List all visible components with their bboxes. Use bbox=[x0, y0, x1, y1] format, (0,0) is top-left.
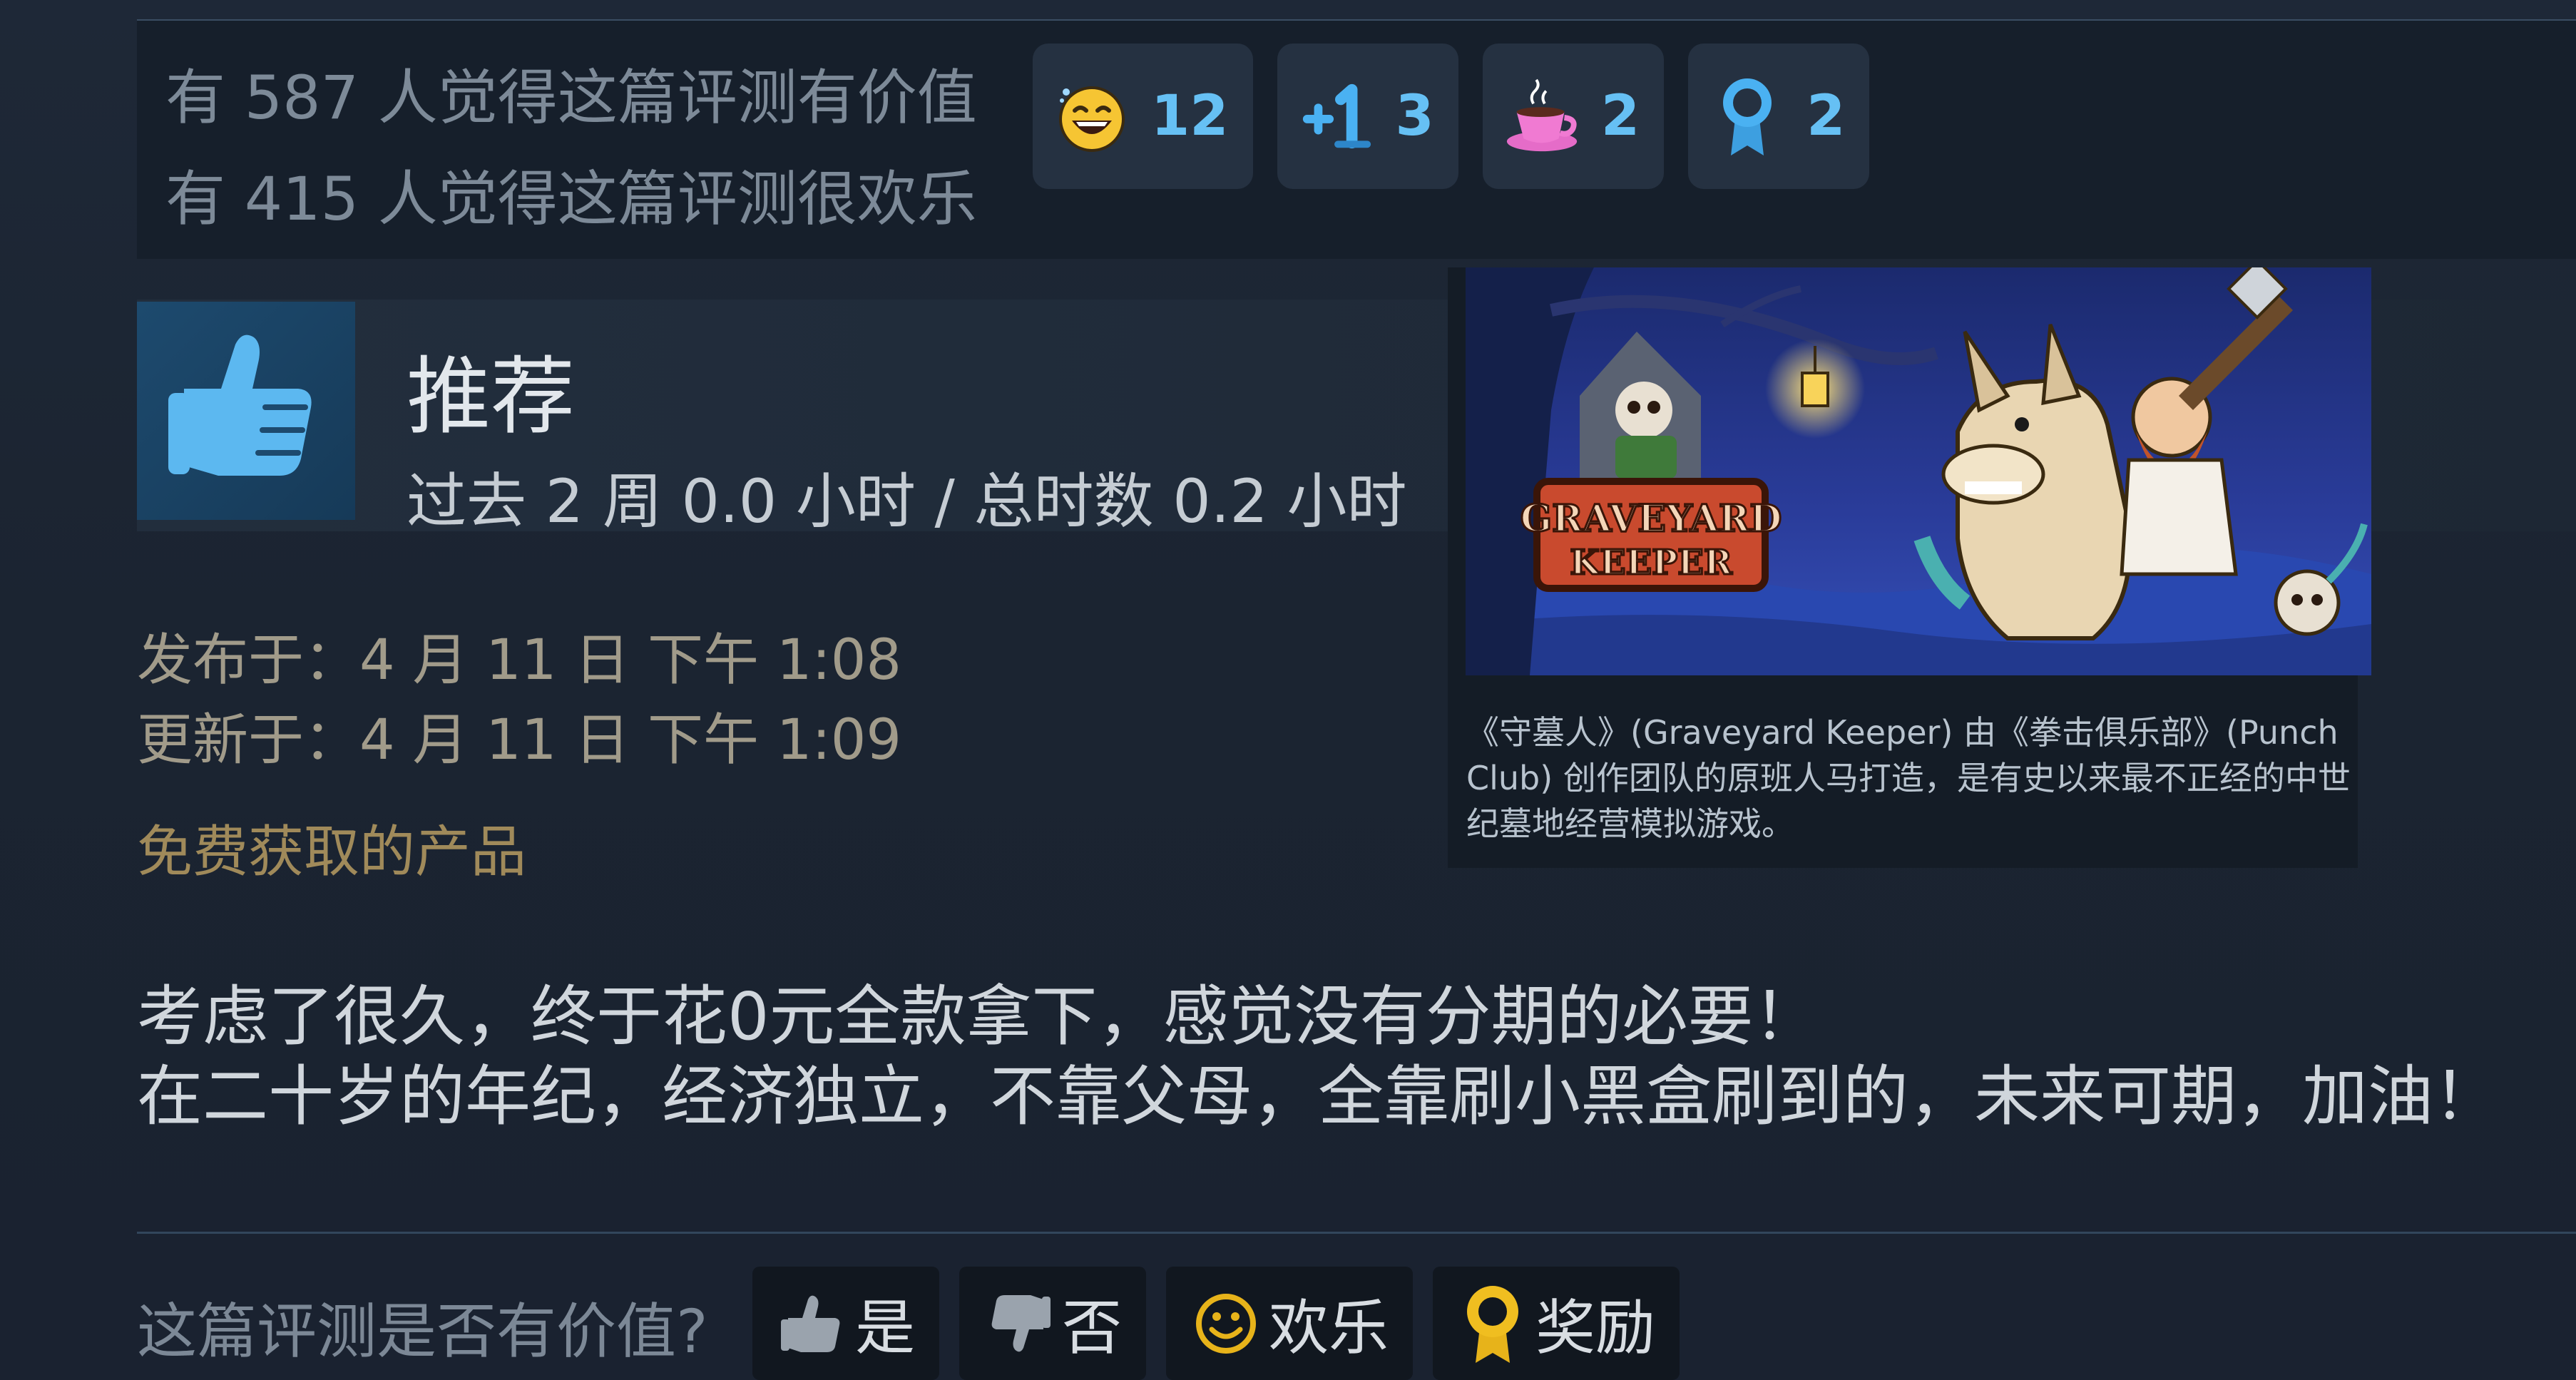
vote-funny-button[interactable]: 欢乐 bbox=[1166, 1267, 1414, 1380]
free-product-note: 免费获取的产品 bbox=[137, 820, 527, 884]
thumbs-up-icon bbox=[168, 334, 312, 476]
vote-summary: 有 587 人觉得这篇评测有价值 有 415 人觉得这篇评测很欢乐 bbox=[165, 47, 977, 250]
award-count: 3 bbox=[1395, 84, 1434, 148]
playtime-text: 过去 2 周 0.0 小时 / 总时数 0.2 小时 bbox=[407, 466, 1407, 536]
review-body-line: 在二十岁的年纪，经济独立，不靠父母，全靠刷小黑盒刷到的，未来可期，加油！ bbox=[137, 1058, 2500, 1135]
award-coffee[interactable]: 2 bbox=[1482, 44, 1665, 189]
thumbs-down-icon bbox=[983, 1284, 1055, 1363]
award-medal[interactable]: 2 bbox=[1688, 44, 1870, 189]
give-award-label: 奖励 bbox=[1535, 1293, 1656, 1363]
helpful-question: 这篇评测是否有价值? bbox=[137, 1297, 708, 1366]
vote-no-label: 否 bbox=[1062, 1293, 1123, 1363]
award-count: 12 bbox=[1151, 84, 1229, 148]
vote-yes-button[interactable]: 是 bbox=[752, 1267, 940, 1380]
laughing-face-icon bbox=[1053, 73, 1131, 159]
game-logo-subtitle: KEEPER bbox=[1570, 543, 1733, 583]
vote-funny-label: 欢乐 bbox=[1269, 1293, 1389, 1363]
game-capsule-image[interactable]: GRAVEYARD KEEPER bbox=[1466, 267, 2371, 675]
review-body-line: 考虑了很久，终于花0元全款拿下，感觉没有分期的必要！ bbox=[137, 978, 1819, 1055]
review-verdict: 推荐 bbox=[407, 347, 576, 446]
plus-one-icon bbox=[1297, 73, 1376, 159]
game-card[interactable]: GRAVEYARD KEEPER 《守墓人》(Graveyard Keeper)… bbox=[1448, 267, 2371, 868]
review-body: 考虑了很久，终于花0元全款拿下，感觉没有分期的必要！ 在二十岁的年纪，经济独立，… bbox=[137, 977, 2499, 1137]
award-list: 12 3 2 2 bbox=[1033, 44, 1870, 189]
game-description: 《守墓人》(Graveyard Keeper) 由《拳击俱乐部》(Punch C… bbox=[1466, 713, 2351, 843]
updated-date: 更新于：4 月 11 日 下午 1:09 bbox=[137, 708, 902, 772]
vote-no-button[interactable]: 否 bbox=[959, 1267, 1147, 1380]
give-award-button[interactable]: 奖励 bbox=[1433, 1267, 1680, 1380]
funny-count-text: 有 415 人觉得这篇评测很欢乐 bbox=[165, 164, 977, 234]
coffee-cup-icon bbox=[1503, 73, 1581, 159]
review-dates: 发布于：4 月 11 日 下午 1:08 更新于：4 月 11 日 下午 1:0… bbox=[137, 620, 901, 780]
thumbs-up-icon bbox=[777, 1284, 848, 1363]
posted-date: 发布于：4 月 11 日 下午 1:08 bbox=[137, 628, 902, 692]
award-count: 2 bbox=[1600, 84, 1640, 148]
award-ribbon-icon bbox=[1457, 1284, 1528, 1363]
award-laughing[interactable]: 12 bbox=[1033, 44, 1253, 189]
recommended-thumb-box bbox=[137, 302, 355, 520]
award-count: 2 bbox=[1806, 84, 1846, 148]
helpful-count-text: 有 587 人觉得这篇评测有价值 bbox=[165, 63, 977, 133]
feedback-buttons: 是 否 欢乐 奖励 bbox=[752, 1267, 1680, 1380]
bottom-divider bbox=[137, 1232, 2576, 1234]
game-logo-title: GRAVEYARD bbox=[1520, 497, 1782, 541]
award-plus-one[interactable]: 3 bbox=[1277, 44, 1458, 189]
smiley-icon bbox=[1190, 1284, 1262, 1363]
vote-yes-label: 是 bbox=[855, 1293, 916, 1363]
ribbon-medal-icon bbox=[1708, 73, 1787, 159]
